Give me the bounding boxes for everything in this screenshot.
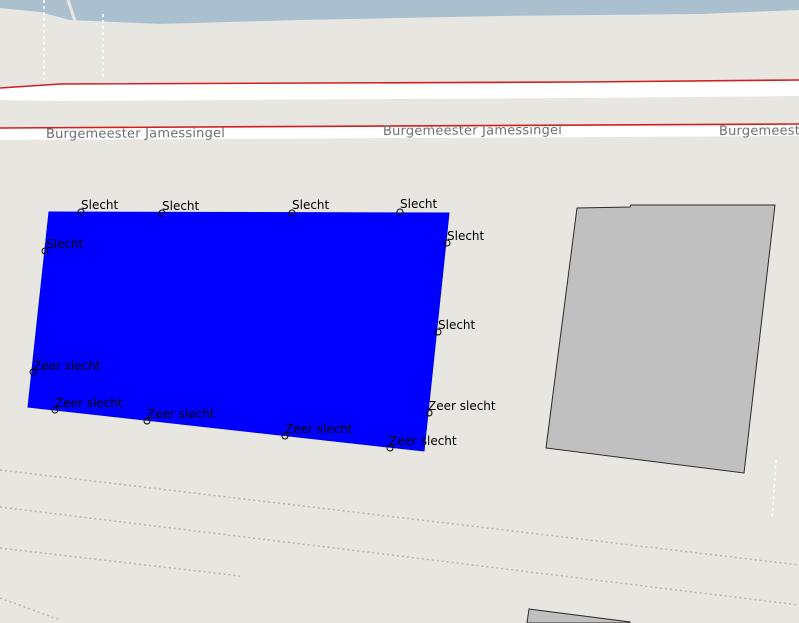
condition-label: Slecht xyxy=(162,199,200,213)
condition-label: Zeer slecht xyxy=(389,434,457,448)
condition-label: Slecht xyxy=(447,229,485,243)
condition-label: Zeer slecht xyxy=(428,399,496,413)
condition-label: Zeer slecht xyxy=(55,396,123,410)
street-label: Burgemeester Jamessingel xyxy=(46,126,225,142)
map-canvas[interactable]: Burgemeester Jamessingel Burgemeester Ja… xyxy=(0,0,799,623)
street-label: Burgemeester Jamessingel xyxy=(383,123,562,139)
condition-label: Zeer slecht xyxy=(147,407,215,421)
condition-label: Slecht xyxy=(438,318,476,332)
condition-label: Slecht xyxy=(81,198,119,212)
condition-label: Zeer slecht xyxy=(285,422,353,436)
condition-label: Slecht xyxy=(46,237,84,251)
street-label: Burgemeester Jamessingel xyxy=(719,123,799,139)
condition-label: Slecht xyxy=(292,198,330,212)
condition-label: Slecht xyxy=(400,197,438,211)
condition-label: Zeer slecht xyxy=(33,359,101,373)
building[interactable] xyxy=(545,204,776,474)
